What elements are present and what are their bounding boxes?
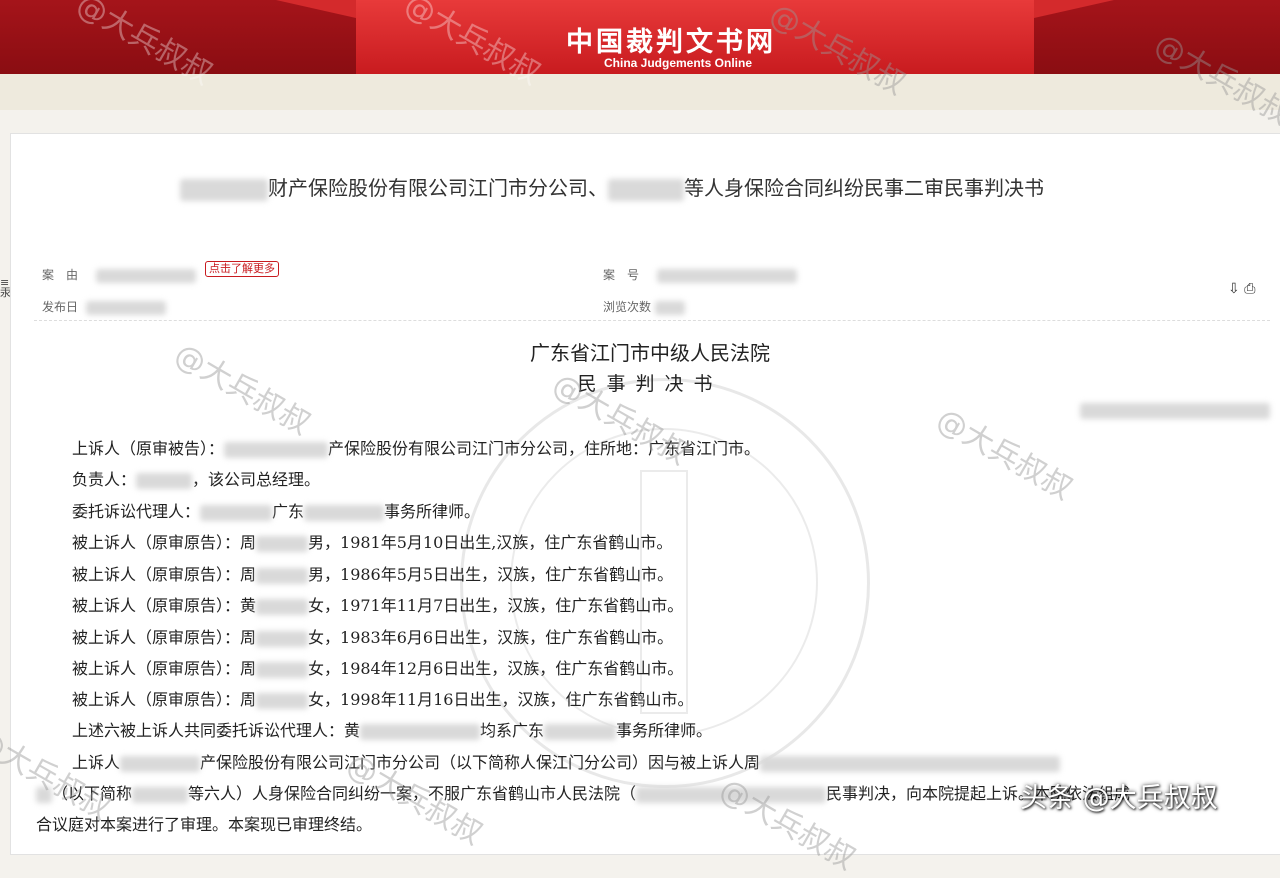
line-text: 女，1984年12月6日出生，汉族，住广东省鹤山市。	[308, 659, 684, 678]
print-icon[interactable]: ⎙	[1244, 281, 1255, 297]
meta-case-number: 案 号	[603, 266, 797, 283]
party-line: 被上诉人（原审原告）：周 女，1984年12月6日出生，汉族，住广东省鹤山市。	[72, 655, 683, 679]
party-line: 被上诉人（原审原告）：周 女，1983年6月6日出生，汉族，住广东省鹤山市。	[72, 624, 673, 648]
site-logo-title[interactable]: 中国裁判文书网	[566, 20, 830, 59]
line-text: （以下简称	[52, 784, 133, 803]
line-text: 上诉人（原审被告）：	[72, 439, 225, 458]
banner-decoration-left	[276, 0, 356, 18]
document-type: 民事判决书	[577, 373, 723, 395]
meta-cause: 案 由	[42, 266, 196, 283]
line-text: 产保险股份有限公司江门市分公司，住所地：广东省江门市。	[328, 439, 761, 458]
divider	[34, 320, 1270, 321]
redacted-text	[656, 268, 797, 283]
line-text: 事务所律师。	[384, 502, 481, 521]
line-text: 女，1983年6月6日出生，汉族，住广东省鹤山市。	[308, 628, 674, 647]
nav-band	[0, 74, 1280, 110]
toutiao-watermark: 头条 @大兵叔叔	[1020, 783, 1218, 814]
redacted-text	[304, 504, 385, 521]
party-line: 被上诉人（原审原告）：黄 女，1971年11月7日出生，汉族，住广东省鹤山市。	[72, 592, 683, 616]
line-text: 男，1986年5月5日出生，汉族，住广东省鹤山市。	[308, 565, 674, 584]
redacted-text	[360, 723, 481, 740]
party-line: 负责人： ，该公司总经理。	[72, 466, 320, 490]
line-text: 被上诉人（原审原告）：周	[72, 565, 257, 584]
title-part-2: 等人身保险合同纠纷民事二审民事判决书	[684, 176, 1044, 200]
download-icon[interactable]: ⇩	[1228, 281, 1240, 297]
redacted-text	[608, 178, 684, 201]
line-text: 被上诉人（原审原告）：周	[72, 659, 257, 678]
line-text: 事务所律师。	[616, 721, 713, 740]
redacted-text	[256, 692, 309, 709]
banner-decoration-right	[1034, 0, 1114, 18]
party-line: 合议庭对本案进行了审理。本案现已审理终结。	[36, 811, 372, 835]
meta-views: 浏览次数	[603, 298, 685, 315]
party-line: 上述六被上诉人共同委托诉讼代理人：黄 均系广东 事务所律师。	[72, 717, 712, 741]
learn-more-link[interactable]: 点击了解更多	[205, 261, 279, 277]
redacted-text	[544, 723, 617, 740]
line-text: 被上诉人（原审原告）：周	[72, 533, 257, 552]
party-line: 上诉人（原审被告）： 产保险股份有限公司江门市分公司，住所地：广东省江门市。	[72, 435, 760, 459]
meta-cause-label: 案 由	[42, 268, 79, 282]
redacted-text	[120, 755, 201, 772]
redacted-text	[636, 786, 827, 803]
party-line: 被上诉人（原审原告）：周 男，1981年5月10日出生,汉族，住广东省鹤山市。	[72, 529, 672, 553]
redacted-text	[654, 300, 685, 315]
court-name: 广东省江门市中级人民法院	[530, 341, 770, 365]
party-line: （以下简称 等六人）人身保险合同纠纷一案，不服广东省鹤山市人民法院（ 民事判决，向本…	[36, 780, 1130, 804]
line-text: 男，1981年5月10日出生,汉族，住广东省鹤山市。	[308, 533, 673, 552]
party-line: 上诉人 产保险股份有限公司江门市分公司（以下简称人保江门分公司）因与被上诉人周	[72, 749, 1061, 773]
redacted-text	[256, 598, 309, 615]
line-text: 被上诉人（原审原告）：周	[72, 628, 257, 647]
redacted-text	[36, 786, 52, 803]
line-text: 上诉人	[72, 753, 121, 772]
title-part-1: 财产保险股份有限公司江门市分公司、	[268, 176, 608, 200]
party-line: 被上诉人（原审原告）：周 女，1998年11月16日出生，汉族，住广东省鹤山市。	[72, 686, 693, 710]
redacted-text	[256, 535, 309, 552]
line-text: 被上诉人（原审原告）：周	[72, 690, 257, 709]
line-text: 被上诉人（原审原告）：黄	[72, 596, 257, 615]
meta-views-label: 浏览次数	[603, 300, 652, 314]
redacted-case-number	[1080, 403, 1270, 419]
party-line: 委托诉讼代理人： 广东 事务所律师。	[72, 498, 480, 522]
document-tools: ⇩ ⎙	[1228, 281, 1255, 297]
line-text: 等六人）人身保险合同纠纷一案，不服广东省鹤山市人民法院（	[188, 784, 637, 803]
redacted-text	[760, 755, 1061, 772]
redacted-text	[224, 441, 329, 458]
redacted-text	[256, 661, 309, 678]
site-logo-subtitle: China Judgements Online	[604, 56, 753, 70]
line-text: 上述六被上诉人共同委托诉讼代理人：黄	[72, 721, 361, 740]
party-line: 被上诉人（原审原告）：周 男，1986年5月5日出生，汉族，住广东省鹤山市。	[72, 561, 673, 585]
redacted-text	[95, 268, 196, 283]
redacted-text	[85, 300, 166, 315]
line-text: 负责人：	[72, 470, 137, 489]
redacted-text	[256, 567, 309, 584]
line-text: 广东	[272, 502, 305, 521]
line-text: 女，1998年11月16日出生，汉族，住广东省鹤山市。	[308, 690, 694, 709]
redacted-text	[180, 178, 268, 201]
line-text: ，该公司总经理。	[192, 470, 321, 489]
site-header: 中国裁判文书网 China Judgements Online	[0, 0, 1280, 74]
line-text: 合议庭对本案进行了审理。本案现已审理终结。	[36, 815, 373, 834]
meta-case-number-label: 案 号	[603, 268, 640, 282]
line-text: 女，1971年11月7日出生，汉族，住广东省鹤山市。	[308, 596, 684, 615]
line-text: 均系广东	[480, 721, 545, 740]
redacted-text	[136, 472, 193, 489]
meta-publish-label: 发布日	[42, 300, 79, 314]
redacted-text	[256, 630, 309, 647]
meta-publish-date: 发布日	[42, 298, 166, 315]
redacted-text	[200, 504, 273, 521]
document-title: 财产保险股份有限公司江门市分公司、 等人身保险合同纠纷民事二审民事判决书	[180, 172, 1140, 201]
line-text: 委托诉讼代理人：	[72, 502, 201, 521]
line-text: 产保险股份有限公司江门市分公司（以下简称人保江门分公司）因与被上诉人周	[200, 753, 761, 772]
redacted-text	[132, 786, 189, 803]
